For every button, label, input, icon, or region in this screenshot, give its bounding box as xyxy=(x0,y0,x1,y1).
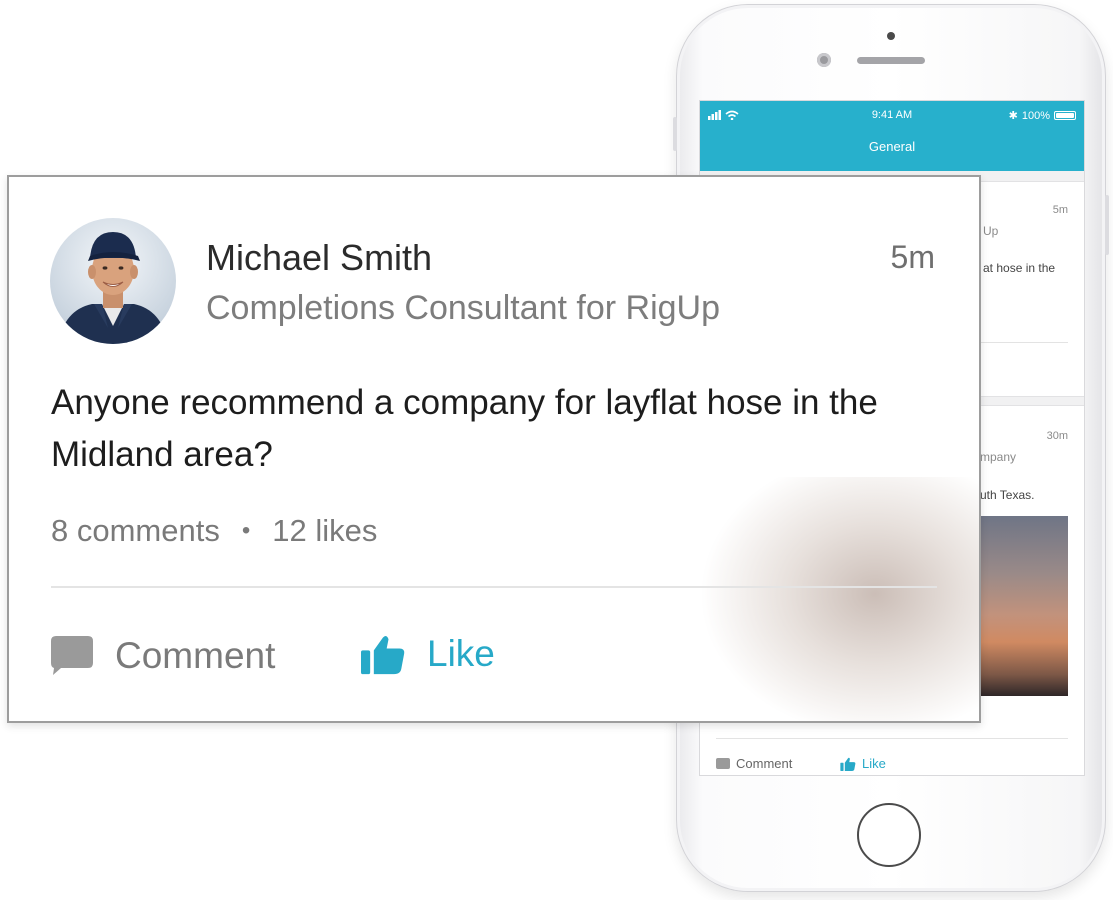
like-label: Like xyxy=(427,633,495,674)
post-body: at hose in the xyxy=(983,261,1056,275)
comment-icon xyxy=(51,636,93,675)
status-battery: ✱ 100% xyxy=(1009,109,1076,122)
battery-icon xyxy=(1054,111,1076,120)
comment-label: Comment xyxy=(736,756,793,771)
battery-percent: 100% xyxy=(1021,109,1050,122)
comment-button[interactable]: Comment xyxy=(716,756,792,771)
author-name[interactable]: Michael Smith xyxy=(206,237,432,279)
post-author-title: Up xyxy=(983,224,999,238)
comment-label: Comment xyxy=(115,635,276,676)
like-button[interactable]: Like xyxy=(361,633,495,675)
app-header: 9:41 AM ✱ 100% General xyxy=(700,101,1084,171)
comment-button[interactable]: Comment xyxy=(51,635,275,677)
separator-dot: • xyxy=(241,517,251,544)
comments-count[interactable]: 8 comments xyxy=(51,513,220,549)
post-time: 30m xyxy=(1046,430,1068,442)
mute-switch xyxy=(673,117,677,151)
bluetooth-icon: ✱ xyxy=(1008,110,1018,122)
post-body: Anyone recommend a company for layflat h… xyxy=(51,383,878,474)
post-stats: 8 comments • 12 likes xyxy=(51,513,377,549)
front-camera xyxy=(817,53,831,67)
card-divider xyxy=(51,586,937,588)
home-button[interactable] xyxy=(857,803,921,867)
like-button[interactable]: Like xyxy=(840,756,886,771)
post-time: 5m xyxy=(1052,204,1068,216)
likes-count[interactable]: 12 likes xyxy=(272,513,377,549)
post-divider xyxy=(716,738,1068,739)
author-title: Completions Consultant for RigUp xyxy=(206,289,721,327)
avatar[interactable] xyxy=(50,218,176,344)
thumbs-up-icon xyxy=(361,636,405,675)
screen-title: General xyxy=(868,139,916,154)
post-card: Michael Smith Completions Consultant for… xyxy=(7,175,981,723)
thumbs-up-icon xyxy=(840,757,856,771)
photo-blur-overlay xyxy=(699,477,979,721)
earpiece-speaker xyxy=(857,57,925,64)
post-author-title: mpany xyxy=(980,450,1017,464)
power-button xyxy=(1105,195,1109,255)
post-time: 5m xyxy=(890,239,935,275)
post-body: uth Texas. xyxy=(980,488,1035,502)
comment-icon xyxy=(716,758,730,769)
avatar-image xyxy=(58,232,168,344)
like-label: Like xyxy=(862,756,886,771)
sensor-dot xyxy=(887,32,895,40)
